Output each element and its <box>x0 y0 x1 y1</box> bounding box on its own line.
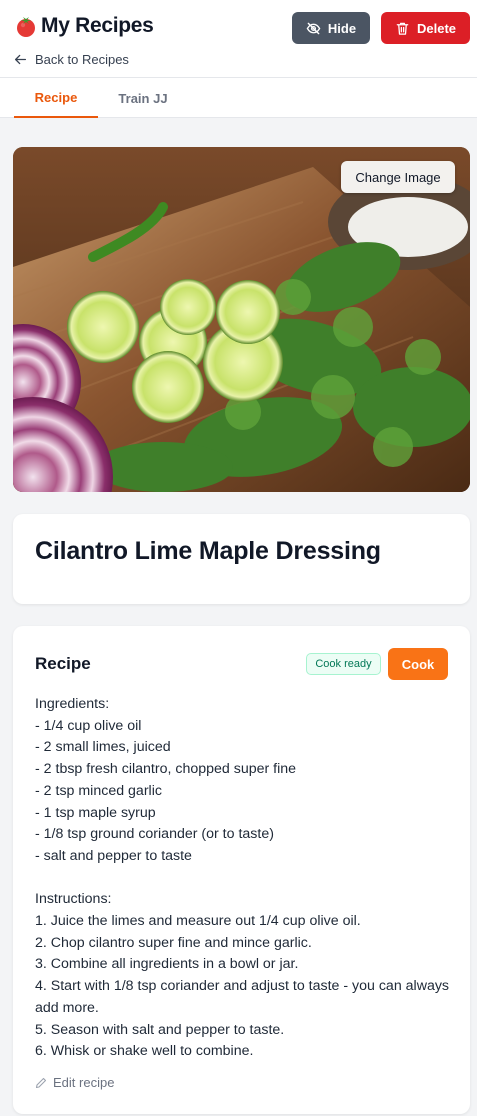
ingredient-line: - 2 tsp minced garlic <box>35 782 162 799</box>
ingredient-line: - 2 small limes, juiced <box>35 739 171 756</box>
recipe-title: Cilantro Lime Maple Dressing <box>35 537 381 565</box>
recipe-section-heading: Recipe <box>35 654 91 673</box>
tab-bar: Recipe Train JJ <box>0 78 477 118</box>
edit-recipe-label: Edit recipe <box>53 1075 115 1090</box>
instruction-line: 5. Season with salt and pepper to taste. <box>35 1021 285 1038</box>
instruction-line: 2. Chop cilantro super fine and mince ga… <box>35 934 312 951</box>
recipe-image <box>13 147 470 492</box>
ingredient-line: - 1/8 tsp ground coriander (or to taste) <box>35 826 274 843</box>
instruction-line: 4. Start with 1/8 tsp coriander and adju… <box>35 978 450 1016</box>
status-badge: Cook ready <box>306 653 381 675</box>
instruction-line: 3. Combine all ingredients in a bowl or … <box>35 956 299 973</box>
instruction-line: 1. Juice the limes and measure out 1/4 c… <box>35 913 361 930</box>
delete-button[interactable]: Delete <box>381 12 470 44</box>
brand[interactable]: My Recipes <box>14 14 154 38</box>
cook-button[interactable]: Cook <box>388 648 448 680</box>
tomato-icon <box>17 17 35 37</box>
ingredients-heading: Ingredients: <box>35 696 110 712</box>
ingredient-line: - 2 tbsp fresh cilantro, chopped super f… <box>35 761 297 778</box>
tab-recipe[interactable]: Recipe <box>14 78 98 118</box>
app-title: My Recipes <box>41 14 154 37</box>
recipe-photo <box>13 147 470 492</box>
tab-train-jj[interactable]: Train JJ <box>98 78 188 118</box>
recipe-text: Ingredients: - 1/4 cup olive oil - 2 sma… <box>35 694 450 1063</box>
trash-icon <box>396 22 409 35</box>
instruction-line: 6. Whisk or shake well to combine. <box>35 1043 254 1060</box>
title-card: Cilantro Lime Maple Dressing <box>13 514 470 604</box>
back-to-recipes-link[interactable]: Back to Recipes <box>14 52 129 67</box>
eye-off-icon <box>306 22 321 34</box>
pencil-icon <box>35 1077 47 1088</box>
back-link-label: Back to Recipes <box>35 52 129 67</box>
delete-label: Delete <box>416 20 457 36</box>
recipe-card: Recipe Cook ready Cook Ingredients: - 1/… <box>13 626 470 1114</box>
change-image-button[interactable]: Change Image <box>341 161 455 193</box>
app-header: My Recipes Back to Recipes Hide Delete <box>0 0 477 78</box>
ingredient-line: - 1 tsp maple syrup <box>35 804 156 821</box>
ingredient-line: - 1/4 cup olive oil <box>35 717 142 734</box>
arrow-left-icon <box>14 54 27 65</box>
ingredient-line: - salt and pepper to taste <box>35 847 192 864</box>
hide-button[interactable]: Hide <box>292 12 370 44</box>
edit-recipe-link[interactable]: Edit recipe <box>35 1075 114 1090</box>
instructions-heading: Instructions: <box>35 891 112 908</box>
hide-label: Hide <box>327 20 357 36</box>
